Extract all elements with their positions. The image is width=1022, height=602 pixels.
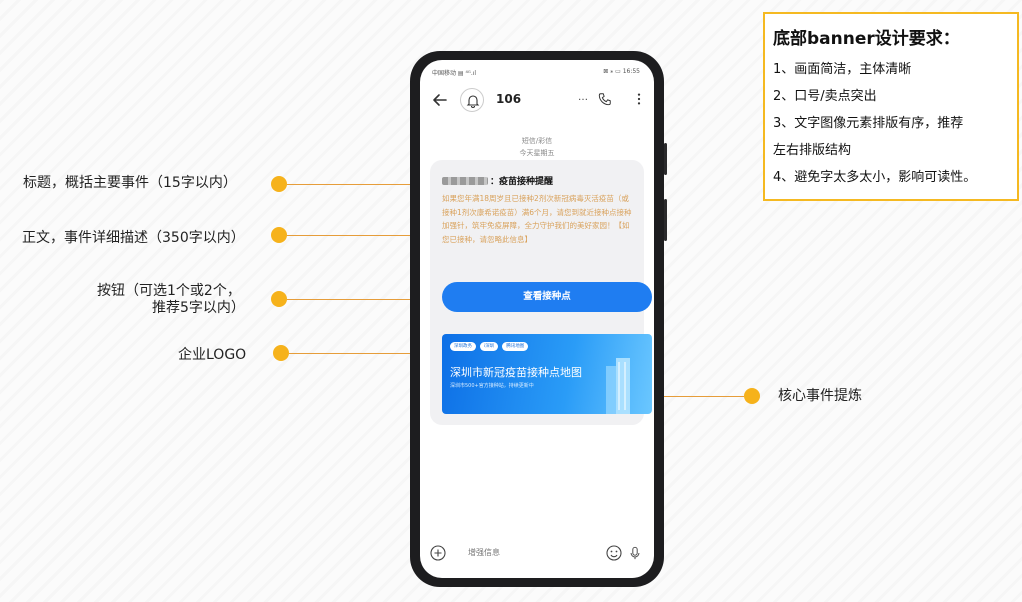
building-illustration: [606, 358, 630, 414]
requirement-item: 4、避免字太多太小，影响可读性。: [773, 170, 977, 185]
compose-bar: [430, 542, 644, 564]
requirement-item: 2、口号/卖点突出: [773, 89, 877, 104]
annotation-logo-label: 企业LOGO: [178, 347, 247, 363]
requirements-box: 底部banner设计要求： 1、画面简洁，主体清晰 2、口号/卖点突出 3、文字…: [763, 12, 1019, 201]
phone-screen: 中国移动 ▤ ⁴ᴳ.ıl ⊠ ⁎ ▭ 16:55 106 … 短信/彩信 今天星…: [420, 60, 654, 578]
annotation-title-label: 标题，概括主要事件（15字以内）: [23, 175, 237, 191]
banner-title: 深圳市新冠疫苗接种点地图: [450, 366, 582, 379]
volume-button: [664, 143, 667, 175]
conversation-header: 106 …: [432, 88, 642, 112]
clock-status: ⊠ ⁎ ▭ 16:55: [603, 68, 640, 75]
phone-call-icon[interactable]: [598, 92, 612, 106]
message-input[interactable]: [456, 542, 606, 564]
status-bar: 中国移动 ▤ ⁴ᴳ.ıl ⊠ ⁎ ▭ 16:55: [432, 68, 640, 78]
logo-chips: 深圳政务 i深圳 腾讯地图: [450, 342, 529, 351]
message-type-label: 短信/彩信: [521, 137, 553, 145]
microphone-icon[interactable]: [628, 545, 642, 561]
map-banner[interactable]: 深圳政务 i深圳 腾讯地图 深圳市新冠疫苗接种点地图 深圳市500+官方接种站，…: [442, 334, 652, 414]
view-vaccination-sites-button[interactable]: 查看接种点: [442, 282, 652, 312]
logo-chip: i深圳: [480, 342, 499, 351]
annotation-body-label: 正文，事件详细描述（350字以内）: [22, 230, 245, 246]
annotation-button-label-2: 推荐5字以内）: [152, 300, 245, 316]
more-vertical-icon[interactable]: [636, 92, 642, 106]
power-button: [664, 199, 667, 241]
annotation-logo-dot: [273, 345, 289, 361]
redacted-sender-name: [442, 177, 488, 185]
bell-icon: [466, 95, 480, 108]
logo-chip: 腾讯地图: [502, 342, 529, 351]
notification-toggle[interactable]: [460, 88, 484, 112]
message-title: ：疫苗接种提醒: [442, 174, 553, 187]
requirements-title: 底部banner设计要求：: [773, 29, 960, 49]
message-body: 如果您年满18周岁且已接种2剂次新冠病毒灭活疫苗（或接种1剂次康希诺疫苗）满6个…: [442, 194, 632, 244]
sender-number: 106: [496, 92, 522, 106]
message-title-text: ：疫苗接种提醒: [490, 177, 554, 187]
annotation-body-dot: [271, 227, 287, 243]
add-attachment-icon[interactable]: [430, 545, 446, 561]
emoji-icon[interactable]: [606, 545, 622, 561]
banner-subtitle: 深圳市500+官方接种站，持续更新中: [450, 383, 534, 389]
ellipsis-icon[interactable]: …: [578, 92, 588, 103]
requirement-item: 左右排版结构: [773, 143, 852, 158]
annotation-core-label: 核心事件提炼: [778, 388, 862, 404]
carrier-status: 中国移动 ▤ ⁴ᴳ.ıl: [432, 70, 477, 77]
annotation-core-dot: [744, 388, 760, 404]
message-date-label: 今天星期五: [519, 149, 555, 157]
message-card: ：疫苗接种提醒 如果您年满18周岁且已接种2剂次新冠病毒灭活疫苗（或接种1剂次康…: [430, 160, 652, 425]
requirement-item: 3、文字图像元素排版有序，推荐: [773, 116, 964, 131]
annotation-title-dot: [271, 176, 287, 192]
back-arrow-icon[interactable]: [432, 92, 448, 108]
requirement-item: 1、画面简洁，主体清晰: [773, 62, 912, 77]
phone-frame: 中国移动 ▤ ⁴ᴳ.ıl ⊠ ⁎ ▭ 16:55 106 … 短信/彩信 今天星…: [410, 51, 667, 587]
logo-chip: 深圳政务: [450, 342, 476, 351]
annotation-button-label-1: 按钮（可选1个或2个，: [97, 283, 241, 299]
annotation-button-dot: [271, 291, 287, 307]
